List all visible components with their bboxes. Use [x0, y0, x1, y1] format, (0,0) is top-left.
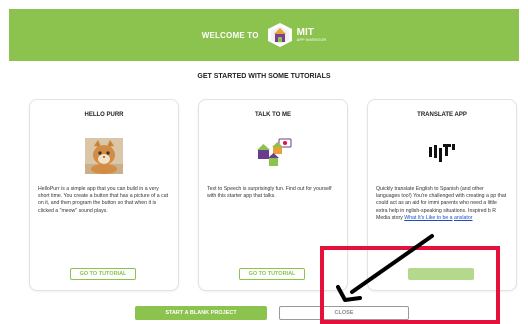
welcome-header: WELCOME TO MIT APP INVENTOR — [9, 9, 519, 61]
tutorials-heading: GET STARTED WITH SOME TUTORIALS — [197, 73, 331, 80]
start-blank-project-button[interactable]: START A BLANK PROJECT — [135, 306, 267, 320]
translator-story-link[interactable]: What It's Like to be a — [404, 215, 452, 221]
tutorial-description: Text to Speech is surprisingly fun. Find… — [207, 186, 332, 200]
app-inventor-logo: MIT APP INVENTOR — [265, 22, 327, 48]
talking-robots-icon — [257, 138, 292, 166]
translator-story-link-tail[interactable]: anslator — [454, 215, 472, 221]
app-inventor-logo-icon — [267, 23, 292, 47]
close-button[interactable]: CLOSE — [279, 306, 409, 320]
go-to-tutorial-button[interactable]: GO TO TUTORIAL — [239, 268, 305, 280]
logo-subtitle: APP INVENTOR — [296, 37, 327, 42]
yandex-translate-icon — [429, 144, 455, 162]
tutorial-card-talk-to-me: TALK TO ME Text to Speech is surprisingl… — [198, 99, 348, 291]
tutorial-title: TALK TO ME — [254, 112, 292, 118]
welcome-text: WELCOME TO — [201, 30, 259, 40]
tutorial-description: HelloPurr is a simple app that you can b… — [38, 186, 169, 214]
tutorial-title: HELLO PURR — [84, 112, 124, 118]
go-to-tutorial-button[interactable]: GO TO TUTORIAL — [70, 268, 136, 280]
tutorial-card-translate-app: TRANSLATE APP Quickly translate English … — [367, 99, 517, 291]
tutorial-title: TRANSLATE APP — [417, 112, 467, 118]
cat-icon — [85, 138, 123, 174]
tutorial-card-hello-purr: HELLO PURR HelloPurr is a simple app tha… — [29, 99, 179, 291]
go-to-tutorial-button[interactable] — [408, 268, 474, 280]
tutorial-description: Quickly translate English to Spanish (an… — [376, 186, 507, 221]
